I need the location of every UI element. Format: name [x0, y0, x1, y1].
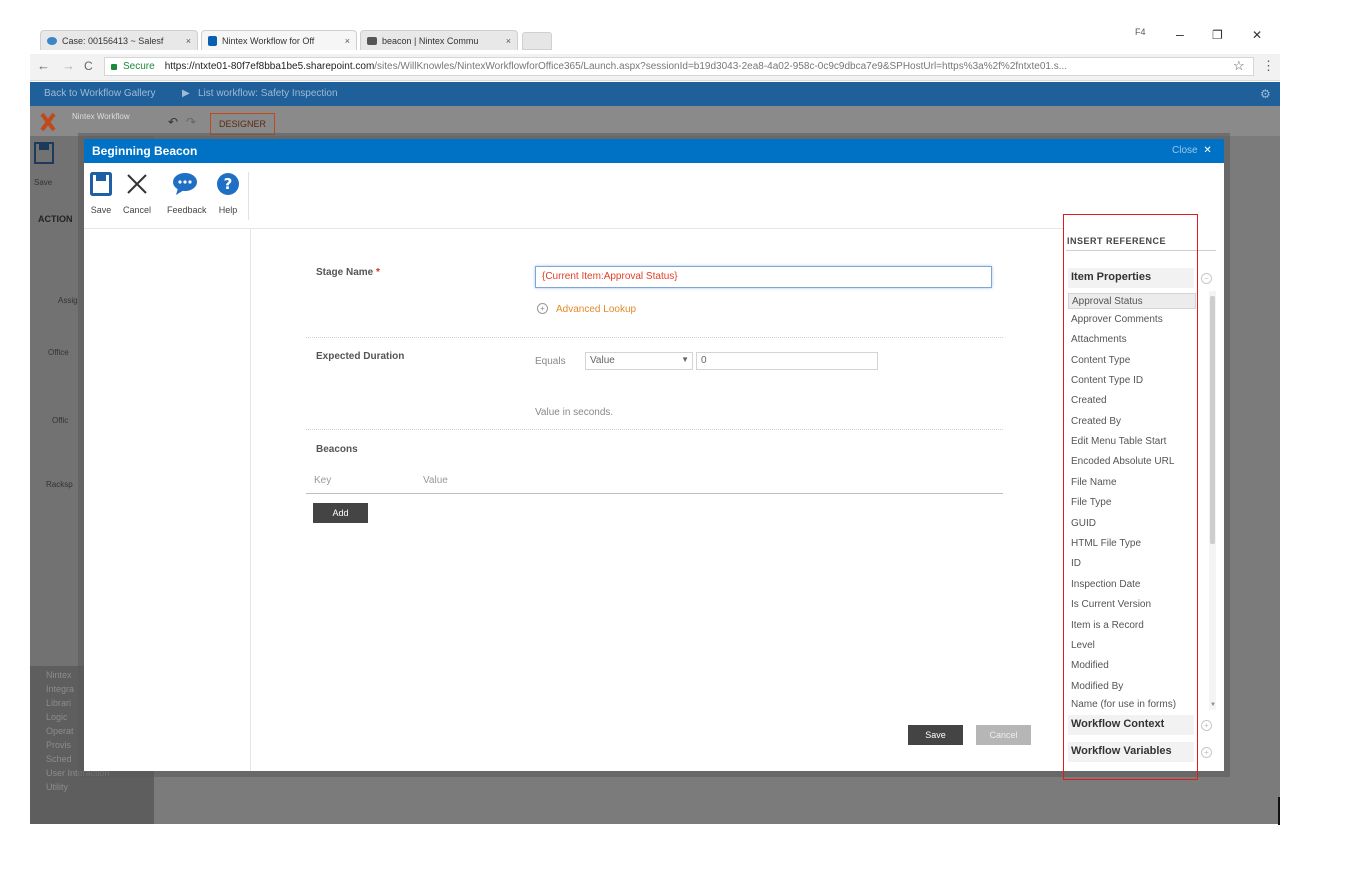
- highlight-annotation-box: [1063, 214, 1198, 780]
- stage-name-input[interactable]: {Current Item:Approval Status}: [535, 266, 992, 288]
- breadcrumb-workflow-gallery[interactable]: Back to Workflow Gallery: [44, 88, 156, 99]
- dialog-save-button[interactable]: Save: [908, 725, 963, 745]
- save-icon: [83, 171, 119, 197]
- url-path: /sites/WillKnowles/NintexWorkflowforOffi…: [374, 61, 1068, 72]
- close-window-button[interactable]: ✕: [1252, 28, 1262, 42]
- close-icon: ✕: [1203, 145, 1212, 156]
- expand-circle-icon[interactable]: +: [1201, 747, 1212, 758]
- secure-label: Secure: [123, 61, 155, 72]
- stage-name-label: Stage Name *: [316, 267, 380, 278]
- browser-menu-icon[interactable]: ⋮: [1262, 58, 1275, 74]
- address-bar[interactable]: Secure https://ntxte01-80f7ef8bba1be5.sh…: [104, 57, 1254, 76]
- collapse-circle-icon[interactable]: −: [1201, 273, 1212, 284]
- background-save-label: Save: [34, 178, 53, 187]
- breadcrumb-separator-icon: ▶: [182, 88, 190, 99]
- beacons-table-border: [306, 493, 1003, 494]
- office-icon: [208, 35, 217, 46]
- dialog-close-button[interactable]: Close ✕: [1172, 145, 1212, 156]
- reload-button[interactable]: C: [84, 59, 93, 73]
- close-tab-icon[interactable]: ×: [341, 36, 350, 46]
- background-action-item: Assig: [58, 296, 78, 305]
- dialog-title: Beginning Beacon: [92, 144, 198, 158]
- lock-icon: [111, 63, 117, 70]
- url-domain: https://ntxte01-80f7ef8bba1be5.sharepoin…: [164, 61, 375, 72]
- close-tab-icon[interactable]: ×: [182, 36, 191, 46]
- ribbon-bottom-border: [84, 228, 1064, 229]
- form-left-column-border: [250, 229, 251, 771]
- beacons-value-column: Value: [423, 475, 448, 486]
- close-tab-icon[interactable]: ×: [502, 36, 511, 46]
- duration-hint: Value in seconds.: [535, 407, 614, 418]
- screenshot-edge-line: [1278, 797, 1280, 825]
- bookmark-star-icon[interactable]: ☆: [1233, 58, 1245, 74]
- gear-icon[interactable]: ⚙: [1260, 87, 1271, 101]
- beacons-label: Beacons: [316, 444, 358, 455]
- community-chat-icon: [367, 36, 377, 45]
- browser-tab-nintex-workflow[interactable]: Nintex Workflow for Off ×: [201, 30, 357, 50]
- back-button[interactable]: ←: [37, 58, 50, 73]
- ribbon-help-button[interactable]: ? Help: [210, 171, 246, 215]
- background-action-item: Racksp: [46, 480, 73, 489]
- advanced-lookup-link[interactable]: Advanced Lookup: [556, 304, 636, 315]
- category-item: Utility: [46, 782, 68, 792]
- svg-text:?: ?: [224, 175, 233, 193]
- scrollbar-thumb[interactable]: [1210, 296, 1215, 544]
- ribbon-feedback-button[interactable]: Feedback: [167, 171, 207, 215]
- background-action-item: Office: [48, 348, 69, 357]
- restore-window-button[interactable]: ❐: [1212, 28, 1223, 42]
- nintex-logo-text: Nintex Workflow: [72, 112, 130, 121]
- actions-heading: ACTION: [38, 214, 73, 224]
- section-divider: [306, 429, 1003, 430]
- beacons-key-column: Key: [314, 475, 332, 486]
- expected-duration-label: Expected Duration: [316, 351, 405, 362]
- close-icon: [119, 171, 155, 197]
- speech-bubble-icon: [167, 171, 203, 197]
- browser-tab-nintex-community[interactable]: beacon | Nintex Commu ×: [360, 30, 518, 50]
- nintex-logo-icon: [40, 112, 70, 132]
- dropdown-arrow-icon: ▼: [681, 355, 689, 364]
- add-beacon-button[interactable]: Add: [313, 503, 368, 523]
- ribbon-separator: [248, 172, 249, 220]
- new-tab-button[interactable]: [522, 32, 552, 50]
- salesforce-cloud-icon: [47, 36, 57, 45]
- background-action-item: Offic: [52, 416, 69, 425]
- profile-badge: F4: [1135, 27, 1146, 37]
- required-marker: *: [376, 267, 380, 278]
- redo-icon[interactable]: ↷: [186, 115, 196, 129]
- nintex-designer-header: Nintex Workflow ↶ ↷ DESIGNER: [30, 106, 1280, 136]
- section-divider: [306, 337, 1003, 338]
- ribbon-cancel-button[interactable]: Cancel: [119, 171, 155, 215]
- plus-circle-icon[interactable]: +: [537, 303, 548, 314]
- duration-type-select[interactable]: Value ▼: [585, 352, 693, 370]
- forward-button[interactable]: →: [62, 58, 75, 73]
- undo-icon[interactable]: ↶: [168, 115, 178, 129]
- breadcrumb-list-workflow[interactable]: List workflow: Safety Inspection: [198, 88, 338, 99]
- designer-tab[interactable]: DESIGNER: [210, 113, 276, 135]
- save-icon: [34, 142, 54, 164]
- dialog-cancel-button[interactable]: Cancel: [976, 725, 1031, 745]
- duration-operator-label: Equals: [535, 356, 566, 367]
- duration-value-input[interactable]: 0: [696, 352, 878, 370]
- sharepoint-suite-bar: Back to Workflow Gallery ▶ List workflow…: [30, 82, 1280, 106]
- browser-tab-salesforce[interactable]: Case: 00156413 ~ Salesf ×: [40, 30, 198, 50]
- dialog-title-bar: [84, 139, 1224, 163]
- beginning-beacon-dialog: [84, 139, 1224, 771]
- help-icon: ?: [210, 171, 246, 197]
- minimize-window-button[interactable]: –: [1176, 26, 1184, 42]
- scroll-down-arrow-icon[interactable]: ▼: [1210, 702, 1216, 708]
- expand-circle-icon[interactable]: +: [1201, 720, 1212, 731]
- ribbon-save-button[interactable]: Save: [83, 171, 119, 215]
